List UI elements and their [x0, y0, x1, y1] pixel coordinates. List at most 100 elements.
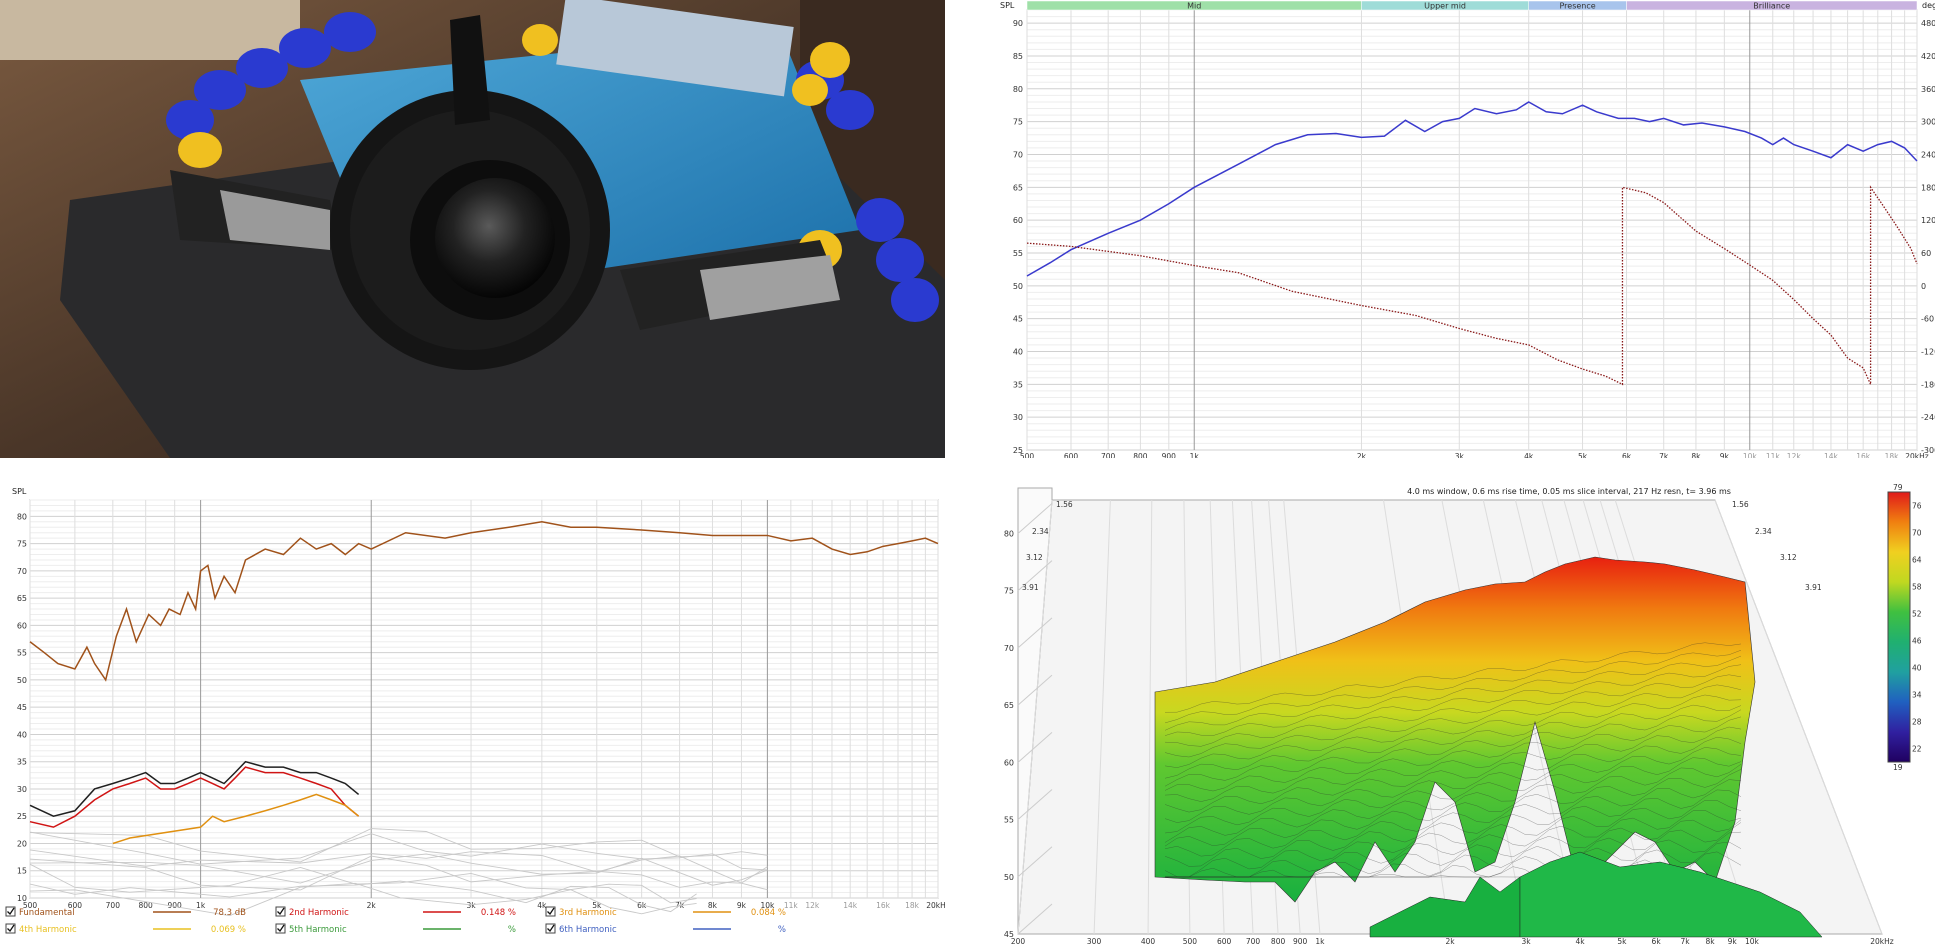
band-label: Brilliance [1753, 2, 1790, 11]
y-tick-label: 35 [1013, 380, 1023, 389]
y2-tick-label: 420 [1921, 52, 1935, 61]
y2-tick-label: 0 [1921, 282, 1926, 291]
colorbar-tick-label: 46 [1912, 637, 1922, 646]
y-tick-label: 50 [1004, 873, 1014, 882]
y2-tick-label: -180 [1921, 380, 1935, 389]
y-tick-label: 60 [1013, 216, 1023, 225]
y-tick-label: 80 [1013, 85, 1023, 94]
x-tick-label: 900 [1293, 937, 1308, 945]
y-tick-label: 40 [1013, 347, 1023, 356]
y-tick-label: 40 [17, 730, 27, 739]
x-tick-label: 20kHz [1870, 937, 1894, 945]
x-tick-label: 700 [1246, 937, 1261, 945]
x-tick-label: 2k [367, 901, 377, 910]
x-tick-label: 6k [1622, 452, 1632, 458]
x-tick-label: 2k [1357, 452, 1367, 458]
legend-item: 5th Harmonic% [275, 923, 516, 935]
y2-tick-label: -60 [1921, 315, 1934, 324]
x-tick-label: 9k [1720, 452, 1730, 458]
y2-axis-label: deg [1922, 1, 1935, 10]
x-tick-label: 10k [1745, 937, 1760, 945]
x-tick-label: 700 [1101, 452, 1116, 458]
x-tick-label: 1k [1315, 937, 1325, 945]
y-tick-label: 30 [1013, 413, 1023, 422]
y-tick-label: 80 [17, 512, 27, 521]
legend-label: Fundamental [19, 908, 75, 918]
legend-label: 6th Harmonic [559, 925, 617, 935]
legend-item: 2nd Harmonic 0.148 % [275, 906, 516, 918]
legend-value: 78.3 dB [213, 908, 246, 918]
y-tick-label: 75 [17, 540, 27, 549]
x-tick-label: 14k [843, 901, 858, 910]
time-label: 3.12 [1780, 553, 1797, 562]
time-label: 1.56 [1732, 500, 1749, 509]
colorbar-tick-label: 70 [1912, 529, 1922, 538]
x-tick-label: 600 [1064, 452, 1079, 458]
legend-item: 3rd Harmonic 0.084 % [545, 906, 786, 918]
y2-tick-label: 180 [1921, 183, 1935, 192]
y-axis-label: SPL [12, 487, 27, 496]
time-label: 3.91 [1805, 583, 1822, 592]
x-tick-label: 6k [1652, 937, 1662, 945]
x-tick-label: 7k [1680, 937, 1690, 945]
legend-label: 5th Harmonic [289, 925, 347, 935]
y-tick-label: 65 [1013, 183, 1023, 192]
x-tick-label: 20kHz [1905, 452, 1929, 458]
colorbar-tick-label: 76 [1912, 502, 1922, 511]
x-tick-label: 9k [1728, 937, 1738, 945]
x-tick-label: 20kHz [926, 901, 945, 910]
band-label: Upper mid [1424, 2, 1466, 11]
y-tick-label: 25 [17, 812, 27, 821]
colorbar-tick-label: 64 [1912, 556, 1922, 565]
y-tick-label: 15 [17, 867, 27, 876]
y-tick-label: 70 [1013, 150, 1023, 159]
time-label: 3.12 [1026, 553, 1043, 562]
x-tick-label: 800 [1271, 937, 1286, 945]
time-label: 3.91 [1022, 583, 1039, 592]
x-tick-label: 7k [1659, 452, 1669, 458]
time-label: 2.34 [1755, 527, 1772, 536]
y-tick-label: 75 [1004, 587, 1014, 596]
y2-tick-label: 480 [1921, 19, 1935, 28]
x-tick-label: 300 [1087, 937, 1102, 945]
y-tick-label: 65 [1004, 701, 1014, 710]
x-tick-label: 700 [106, 901, 121, 910]
y-tick-label: 55 [1013, 249, 1023, 258]
y2-tick-label: 360 [1921, 85, 1935, 94]
y-tick-label: 45 [17, 703, 27, 712]
x-tick-label: 500 [1183, 937, 1198, 945]
x-tick-label: 600 [1217, 937, 1232, 945]
x-tick-label: 8k [1706, 937, 1716, 945]
colorbar [1887, 491, 1911, 763]
y-tick-label: 70 [1004, 644, 1014, 653]
x-tick-label: 3k [1455, 452, 1465, 458]
x-tick-label: 4k [1575, 937, 1585, 945]
legend-item: 6th Harmonic% [545, 923, 786, 935]
y-tick-label: 20 [17, 839, 27, 848]
x-tick-label: 16k [1856, 452, 1871, 458]
y-tick-label: 55 [1004, 816, 1014, 825]
colorbar-tick-label: 34 [1912, 691, 1922, 700]
x-tick-label: 4k [1524, 452, 1534, 458]
colorbar-tick-label: 19 [1893, 763, 1903, 772]
x-tick-label: 3k [466, 901, 476, 910]
x-tick-label: 500 [1020, 452, 1035, 458]
y-tick-label: 50 [1013, 282, 1023, 291]
x-tick-label: 2k [1445, 937, 1455, 945]
colorbar-tick-label: 79 [1893, 483, 1903, 492]
y2-tick-label: 60 [1921, 249, 1931, 258]
legend-value: 0.148 % [481, 908, 516, 918]
x-tick-label: 11k [784, 901, 799, 910]
legend-value: 0.069 % [211, 925, 246, 935]
y-tick-label: 55 [17, 649, 27, 658]
y-tick-label: 45 [1013, 315, 1023, 324]
colorbar-tick-label: 52 [1912, 610, 1922, 619]
frequency-response-chart: Mid Upper mid Presence Brilliance SPL deg 90 85… [1000, 0, 1935, 458]
y-tick-label: 35 [17, 758, 27, 767]
y-tick-label: 30 [17, 785, 27, 794]
x-tick-label: 1k [196, 901, 206, 910]
x-tick-label: 12k [1787, 452, 1802, 458]
band-label: Mid [1187, 2, 1201, 11]
x-tick-label: 8k [1691, 452, 1701, 458]
time-label: 2.34 [1032, 527, 1049, 536]
